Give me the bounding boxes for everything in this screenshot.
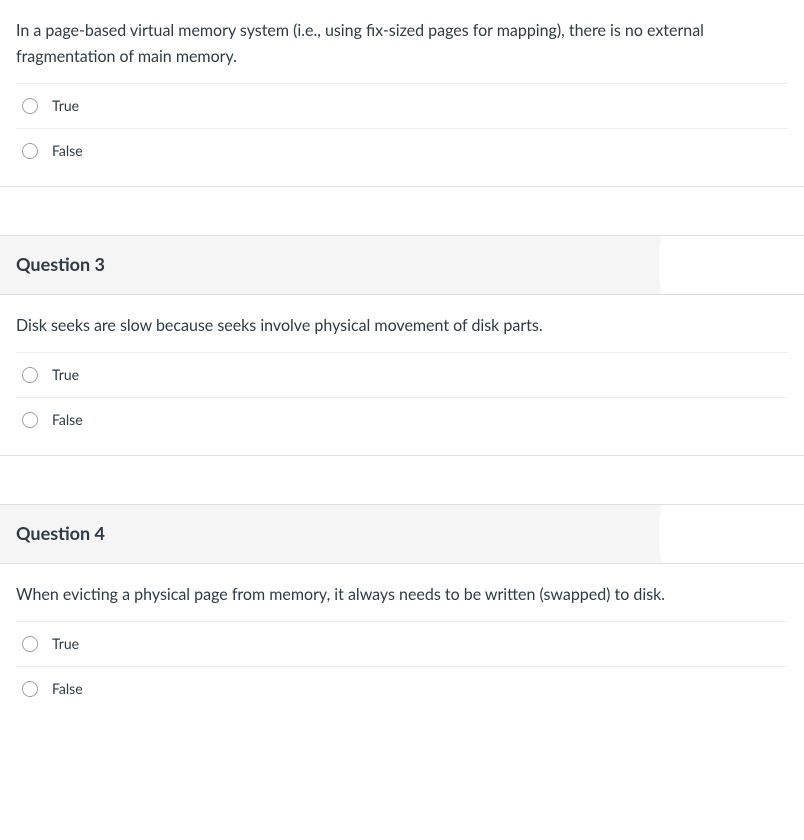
answer-label: False bbox=[52, 679, 83, 699]
question-block-3: Disk seeks are slow because seeks involv… bbox=[0, 295, 804, 457]
answer-list: True False bbox=[0, 83, 804, 186]
question-text: In a page-based virtual memory system (i… bbox=[0, 0, 804, 83]
radio-true[interactable] bbox=[22, 367, 38, 383]
radio-true[interactable] bbox=[22, 636, 38, 652]
question-block-2: In a page-based virtual memory system (i… bbox=[0, 0, 804, 187]
radio-true[interactable] bbox=[22, 98, 38, 114]
question-header: Question 3 bbox=[0, 236, 659, 293]
question-header-wrap-3: Question 3 bbox=[0, 235, 804, 294]
answer-option-false[interactable]: False bbox=[16, 128, 788, 173]
question-header: Question 4 bbox=[0, 505, 659, 562]
answer-list: True False bbox=[0, 621, 804, 724]
radio-false[interactable] bbox=[22, 412, 38, 428]
question-text: When evicting a physical page from memor… bbox=[0, 564, 804, 622]
answer-label: True bbox=[52, 96, 79, 116]
answer-label: True bbox=[52, 365, 79, 385]
answer-option-false[interactable]: False bbox=[16, 666, 788, 711]
answer-label: False bbox=[52, 141, 83, 161]
question-block-4: When evicting a physical page from memor… bbox=[0, 564, 804, 725]
answer-list: True False bbox=[0, 352, 804, 455]
radio-false[interactable] bbox=[22, 681, 38, 697]
question-header-wrap-4: Question 4 bbox=[0, 504, 804, 563]
answer-label: False bbox=[52, 410, 83, 430]
answer-option-true[interactable]: True bbox=[16, 621, 788, 666]
answer-option-true[interactable]: True bbox=[16, 352, 788, 397]
radio-false[interactable] bbox=[22, 143, 38, 159]
answer-label: True bbox=[52, 634, 79, 654]
answer-option-false[interactable]: False bbox=[16, 397, 788, 442]
answer-option-true[interactable]: True bbox=[16, 83, 788, 128]
question-text: Disk seeks are slow because seeks involv… bbox=[0, 295, 804, 353]
